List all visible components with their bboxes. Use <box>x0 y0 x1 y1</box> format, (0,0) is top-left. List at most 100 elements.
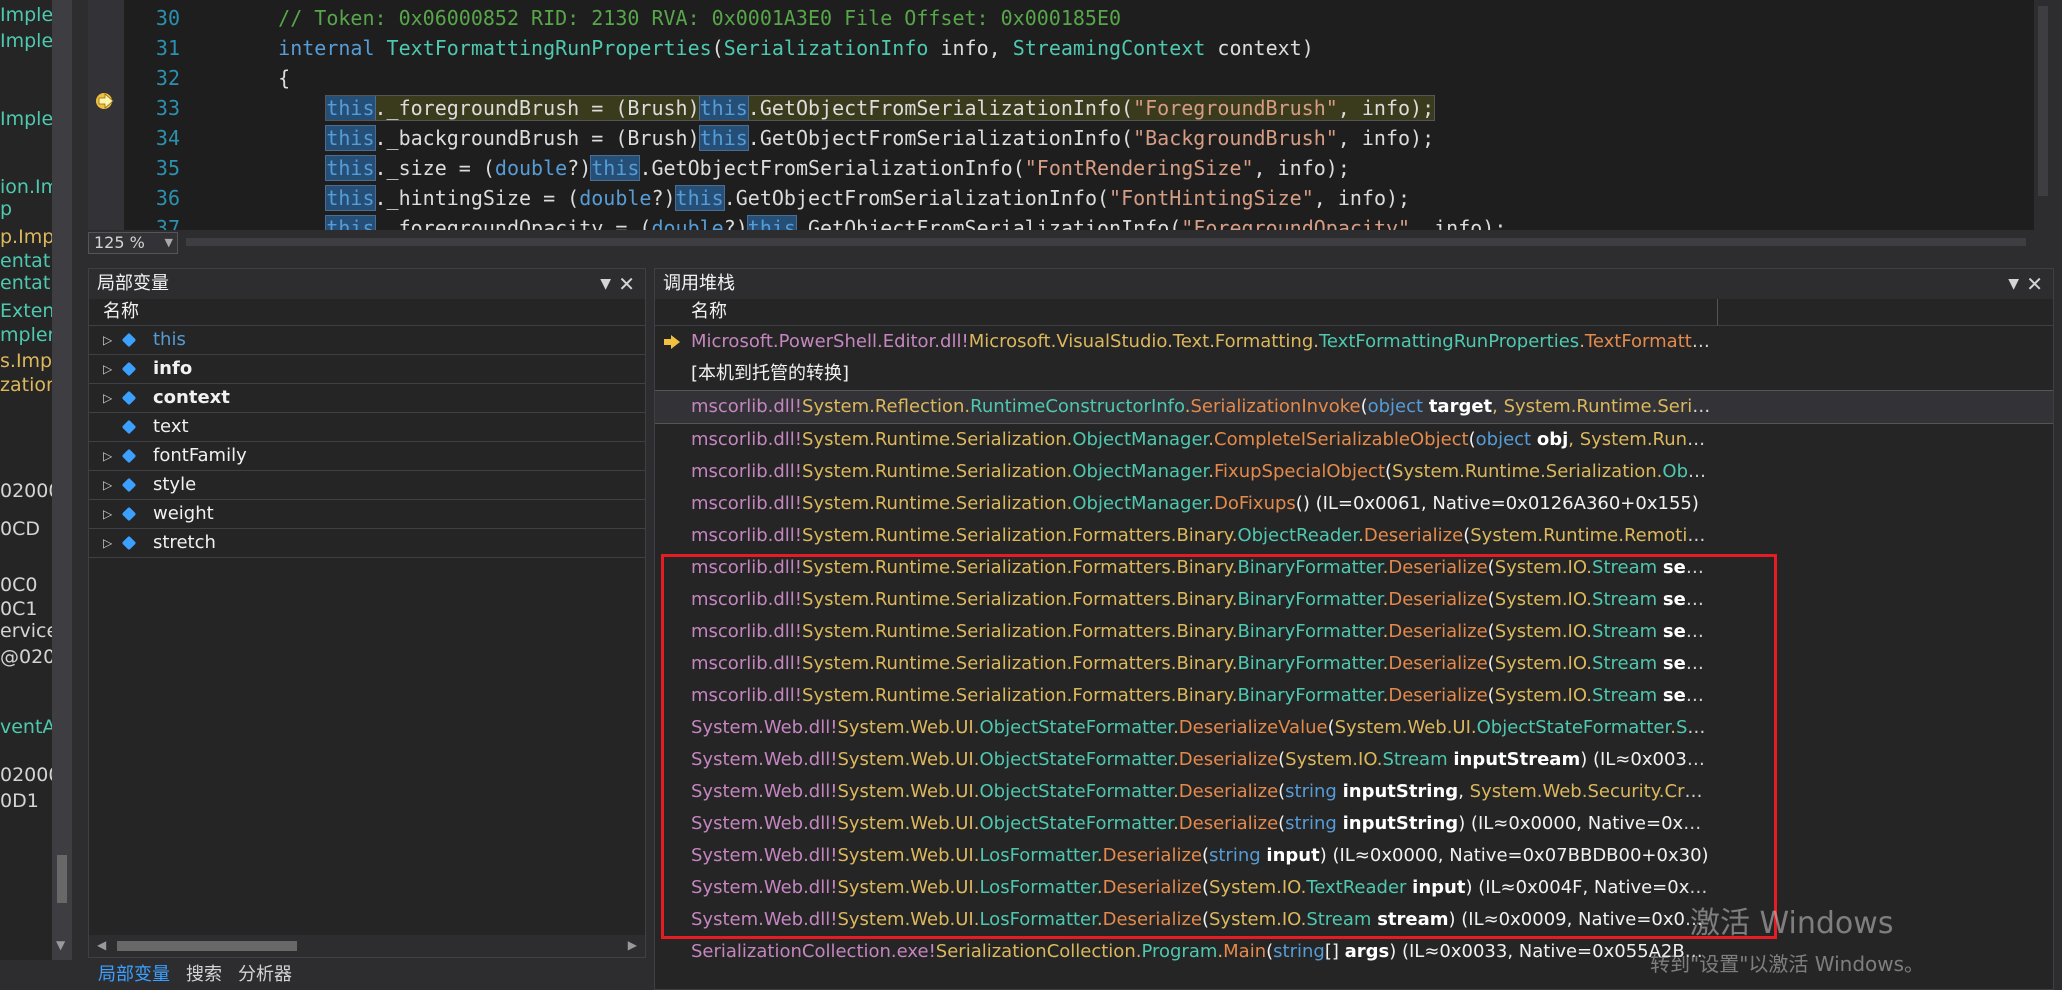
zoom-level-select[interactable]: 125 % ▼ <box>88 232 178 254</box>
tree-node-fragment[interactable]: entation <box>0 272 52 294</box>
call-stack-frame[interactable]: mscorlib.dll!System.Runtime.Serializatio… <box>655 520 2053 552</box>
editor-status-bar: 125 % ▼ <box>88 230 2052 254</box>
locals-column-header[interactable]: 名称 <box>89 299 645 326</box>
call-stack-frame[interactable]: mscorlib.dll!System.Runtime.Serializatio… <box>655 456 2053 488</box>
code-text: this._foregroundOpacity = (double?)this.… <box>325 215 1506 230</box>
frame-token: DoFixups <box>1214 493 1296 514</box>
frame-token: mscorlib.dll! <box>691 493 803 514</box>
tree-node-fragment[interactable]: ervice <box>0 620 52 642</box>
frame-token: ObjectManager <box>1072 461 1209 482</box>
code-line[interactable]: 33 this._foregroundBrush = (Brush)this.G… <box>124 93 2014 123</box>
bottom-tool-tabs: 局部变量 搜索 分析器 <box>88 958 644 988</box>
code-line[interactable]: 30 // Token: 0x06000852 RID: 2130 RVA: 0… <box>124 3 2014 33</box>
call-stack-frame[interactable]: mscorlib.dll!System.Runtime.Serializatio… <box>655 488 2053 520</box>
call-stack-frame[interactable]: [本机到托管的转换] <box>655 358 2053 390</box>
tree-node-fragment[interactable]: 02000 <box>0 480 52 502</box>
tree-node-fragment[interactable]: 0C1 <box>0 598 37 620</box>
locals-row[interactable]: text <box>89 413 645 442</box>
code-token: double <box>494 156 568 180</box>
close-icon[interactable]: ✕ <box>2026 269 2043 299</box>
tab-analyzer[interactable]: 分析器 <box>238 960 292 986</box>
frame-text: mscorlib.dll!System.Runtime.Serializatio… <box>691 520 1711 552</box>
column-separator[interactable] <box>1717 299 1718 325</box>
frame-token: mscorlib.dll! <box>691 461 803 482</box>
scroll-right-arrow-icon[interactable]: ▶ <box>628 938 637 952</box>
frame-token: obj <box>1536 429 1569 450</box>
frame-token: System.Runtime.Remoting.Me... <box>1470 525 1711 546</box>
tree-node-fragment[interactable]: ion.Imp <box>0 176 52 198</box>
glyph-margin[interactable] <box>88 0 124 230</box>
tree-vertical-scrollbar[interactable]: ▼ <box>52 0 72 960</box>
variable-cube-icon <box>121 477 137 493</box>
tree-node-fragment[interactable]: mpleme <box>0 324 52 346</box>
frame-token: ObjectManager <box>1072 429 1209 450</box>
scroll-down-arrow-icon[interactable]: ▼ <box>56 938 65 952</box>
tree-node-fragment[interactable]: @020 <box>0 646 52 668</box>
locals-list: ▷ this ▷ info ▷ context text ▷ fontFamily ▷ style ▷… <box>89 326 645 558</box>
tree-node-fragment[interactable]: 0C0 <box>0 574 37 596</box>
expand-arrow-icon[interactable]: ▷ <box>103 500 112 528</box>
tree-node-fragment[interactable]: Impleme <box>0 108 52 130</box>
frame-token: string <box>1273 941 1325 962</box>
locals-row[interactable]: ▷ fontFamily <box>89 442 645 471</box>
call-stack-frame[interactable]: mscorlib.dll!System.Runtime.Serializatio… <box>655 424 2053 456</box>
tree-node-fragment[interactable]: ventA <box>0 716 52 738</box>
tree-node-fragment[interactable]: p.Imple <box>0 226 52 248</box>
code-line[interactable]: 37 this._foregroundOpacity = (double?)th… <box>124 213 2014 230</box>
tree-node-fragment[interactable]: Impleme <box>0 30 52 52</box>
expand-arrow-icon[interactable]: ▷ <box>103 471 112 499</box>
call-stack-frame[interactable]: mscorlib.dll!System.Reflection.RuntimeCo… <box>655 390 2053 424</box>
editor-horizontal-scrollbar[interactable] <box>186 238 2026 246</box>
tree-node-fragment[interactable]: 0CD <box>0 518 40 540</box>
panel-menu-dropdown-icon[interactable]: ▼ <box>600 269 611 299</box>
expand-arrow-icon[interactable]: ▷ <box>103 384 112 412</box>
tree-node-fragment[interactable]: zation <box>0 374 52 396</box>
frame-token: () (IL=0x0061, Native=0x0126A360+0x155) <box>1295 493 1699 514</box>
expand-arrow-icon[interactable]: ▷ <box>103 529 112 557</box>
column-name-label: 名称 <box>103 301 139 322</box>
variable-cube-icon <box>121 390 137 406</box>
call-stack-frame[interactable]: Microsoft.PowerShell.Editor.dll!Microsof… <box>655 326 2053 358</box>
code-line[interactable]: 34 this._backgroundBrush = (Brush)this.G… <box>124 123 2014 153</box>
tree-node-fragment[interactable]: 02000 <box>0 764 52 786</box>
code-token: , info); <box>1337 96 1435 120</box>
locals-row[interactable]: ▷ style <box>89 471 645 500</box>
code-line[interactable]: 35 this._size = (double?)this.GetObjectF… <box>124 153 2014 183</box>
tree-node-fragment[interactable]: entation <box>0 250 52 272</box>
scrollbar-thumb[interactable] <box>2038 6 2048 196</box>
tree-node-fragment[interactable]: Impleme <box>0 4 52 26</box>
call-stack-column-header[interactable]: 名称 <box>655 299 2053 326</box>
code-line[interactable]: 31 internal TextFormattingRunProperties(… <box>124 33 2014 63</box>
scrollbar-thumb[interactable] <box>117 941 297 951</box>
locals-row[interactable]: ▷ info <box>89 355 645 384</box>
locals-row[interactable]: ▷ weight <box>89 500 645 529</box>
scrollbar-thumb[interactable] <box>57 855 67 903</box>
locals-row[interactable]: ▷ stretch <box>89 529 645 558</box>
expand-arrow-icon[interactable]: ▷ <box>103 442 112 470</box>
tree-node-fragment[interactable]: 0D1 <box>0 790 39 812</box>
scroll-left-arrow-icon[interactable]: ◀ <box>97 938 106 952</box>
expand-arrow-icon[interactable]: ▷ <box>103 355 112 383</box>
locals-row[interactable]: ▷ this <box>89 326 645 355</box>
locals-horizontal-scrollbar[interactable]: ◀ ▶ <box>89 935 645 957</box>
tab-locals[interactable]: 局部变量 <box>98 960 170 986</box>
close-icon[interactable]: ✕ <box>618 269 635 299</box>
code-editor[interactable]: 30 // Token: 0x06000852 RID: 2130 RVA: 0… <box>88 0 2052 230</box>
tree-node-fragment[interactable]: s.Imple <box>0 350 52 372</box>
code-token: ._foregroundBrush = (Brush) <box>374 96 700 120</box>
code-line[interactable]: 32 { <box>124 63 2014 93</box>
solution-tree-fragment: ImplemeImplemeImplemeion.Imppp.Impleenta… <box>0 0 52 960</box>
panel-menu-dropdown-icon[interactable]: ▼ <box>2008 269 2019 299</box>
code-token: ._backgroundBrush = (Brush) <box>374 126 700 150</box>
editor-vertical-scrollbar[interactable] <box>2034 0 2052 230</box>
tab-search[interactable]: 搜索 <box>186 960 222 986</box>
tree-node-fragment[interactable]: p <box>0 198 12 220</box>
chevron-down-icon[interactable]: ▼ <box>160 233 173 253</box>
code-token: this <box>698 95 749 121</box>
code-line[interactable]: 36 this._hintingSize = (double?)this.Get… <box>124 183 2014 213</box>
frame-token: System.Runtime.Serialization. <box>802 493 1073 514</box>
expand-arrow-icon[interactable]: ▷ <box>103 326 112 354</box>
tree-node-fragment[interactable]: Extensi <box>0 300 52 322</box>
locals-row[interactable]: ▷ context <box>89 384 645 413</box>
frame-token: ObjectManager <box>1072 493 1209 514</box>
